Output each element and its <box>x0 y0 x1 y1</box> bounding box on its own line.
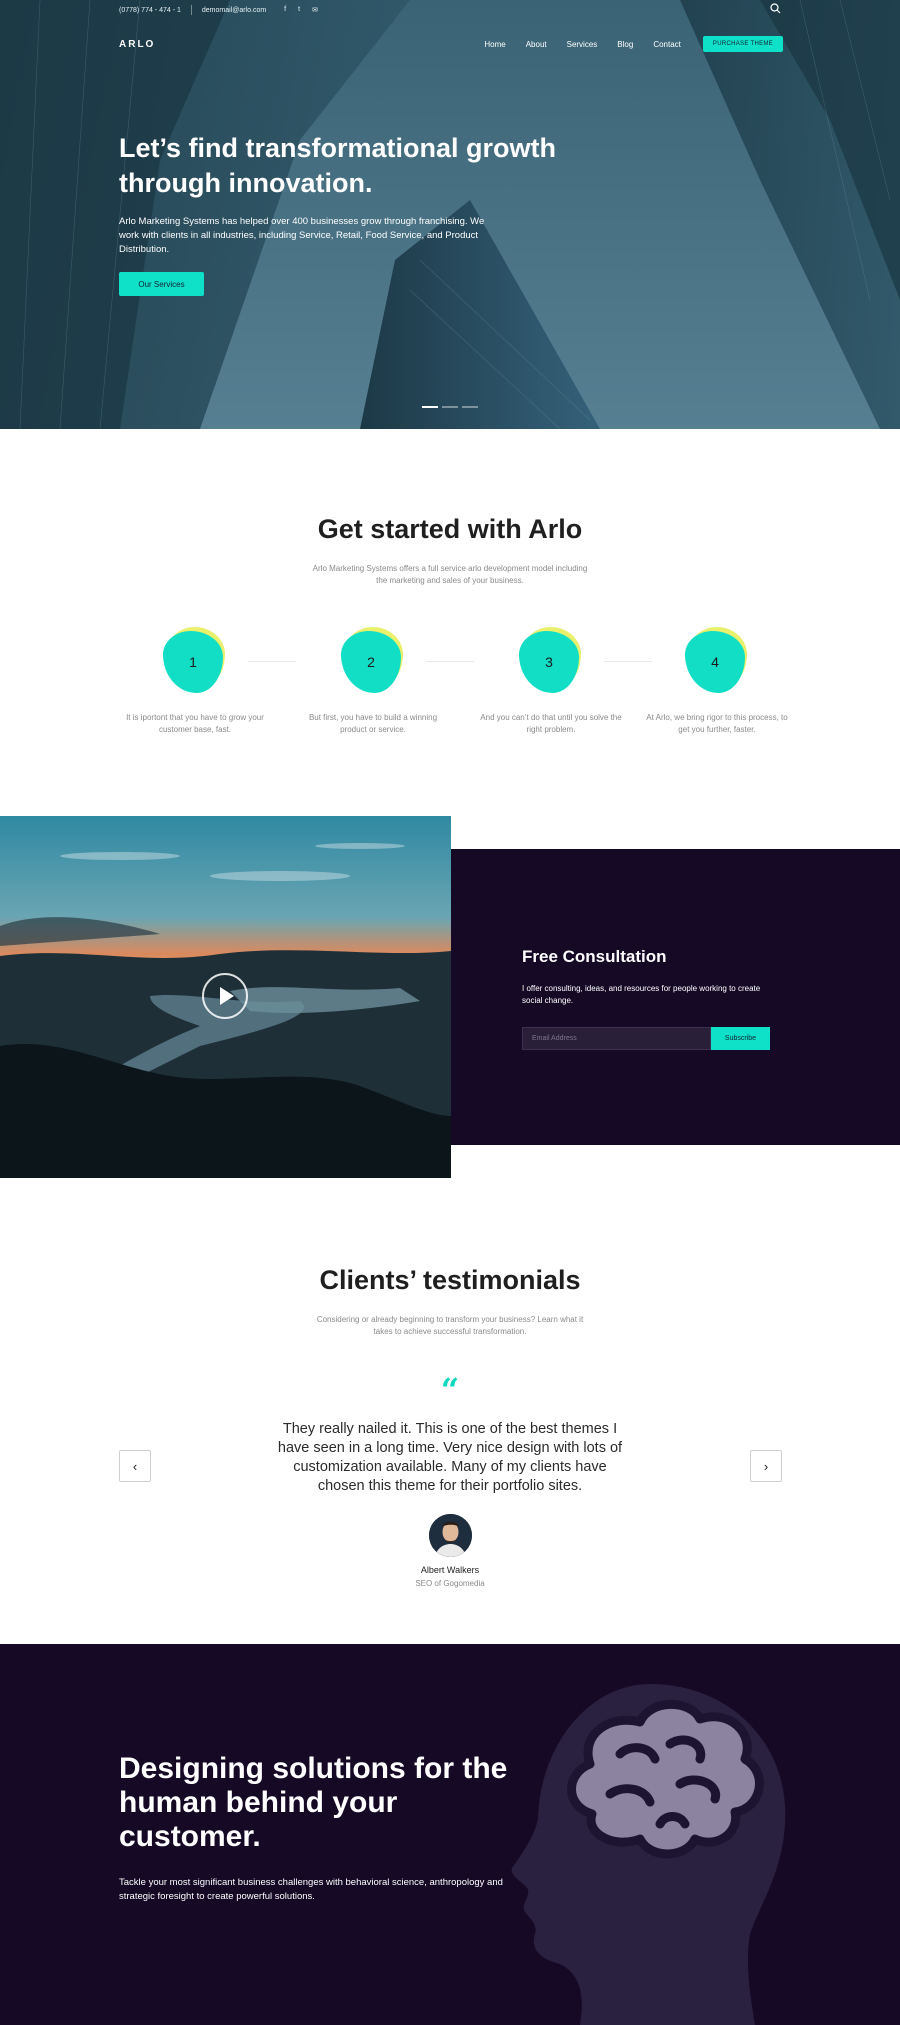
site-logo[interactable]: ARLO <box>119 39 155 50</box>
main-navigation: ARLO Home About Services Blog Contact PU… <box>119 34 783 54</box>
nav-menu: Home About Services Blog Contact PURCHAS… <box>464 36 783 52</box>
hero-description: Arlo Marketing Systems has helped over 4… <box>119 216 485 255</box>
divider <box>190 5 192 15</box>
step-badge: 2 <box>341 627 405 694</box>
testimonials-subtitle: Considering or already beginning to tran… <box>316 1315 584 1336</box>
designing-solutions-section: Designing solutions for the human behind… <box>0 1644 900 2025</box>
step-number: 4 <box>685 631 745 693</box>
next-testimonial-button[interactable]: › <box>750 1450 782 1482</box>
get-started-title: Get started with Arlo <box>317 514 583 544</box>
step-text: But first, you have to build a winning p… <box>308 713 438 734</box>
step-connector <box>248 661 296 662</box>
testimonial-quote: They really nailed it. This is one of th… <box>277 1421 623 1494</box>
hero-section: (0778) 774 - 474 - 1 demomail@arlo.com f… <box>0 0 900 429</box>
designing-text: Tackle your most significant business ch… <box>119 1877 503 1902</box>
designing-title: Designing solutions for the human behind… <box>119 1752 508 1853</box>
step-text: At Arlo, we bring rigor to this process,… <box>646 713 788 734</box>
slide-dot-3[interactable] <box>462 406 478 408</box>
prev-testimonial-button[interactable]: ‹ <box>119 1450 151 1482</box>
play-icon <box>220 987 234 1005</box>
step-item: 1 It is iportont that you have to grow y… <box>120 627 270 736</box>
facebook-icon[interactable]: f <box>284 6 286 14</box>
step-number: 3 <box>519 631 579 693</box>
slide-dot-2[interactable] <box>442 406 458 408</box>
nav-item-services[interactable]: Services <box>567 40 598 49</box>
step-badge: 1 <box>163 627 227 694</box>
step-item: 4 At Arlo, we bring rigor to this proces… <box>642 627 792 736</box>
purchase-theme-button[interactable]: PURCHASE THEME <box>702 36 783 52</box>
our-services-button[interactable]: Our Services <box>119 272 204 296</box>
testimonial-author-role: SEO of Gogomedia <box>415 1579 485 1588</box>
email-link[interactable]: demomail@arlo.com <box>202 7 266 14</box>
video-thumbnail[interactable] <box>0 816 451 1178</box>
testimonial-author-name: Albert Walkers <box>420 1565 480 1575</box>
chevron-left-icon: ‹ <box>132 1458 138 1474</box>
email-icon[interactable]: ✉ <box>312 6 318 14</box>
top-info-bar: (0778) 774 - 474 - 1 demomail@arlo.com f… <box>119 0 781 20</box>
step-number: 1 <box>163 631 223 693</box>
consultation-title: Free Consultation <box>522 947 667 966</box>
consultation-panel: Free Consultation I offer consulting, id… <box>451 849 900 1145</box>
twitter-icon[interactable]: t <box>298 6 300 14</box>
nav-item-contact[interactable]: Contact <box>653 40 681 49</box>
step-connector <box>426 661 474 662</box>
subscribe-button[interactable]: Subscribe <box>711 1027 770 1050</box>
search-icon[interactable] <box>770 3 781 17</box>
slide-dot-1[interactable] <box>422 406 438 408</box>
nav-item-about[interactable]: About <box>526 40 547 49</box>
nav-item-home[interactable]: Home <box>484 40 505 49</box>
step-text: It is iportont that you have to grow you… <box>126 713 264 734</box>
chevron-right-icon: › <box>763 1458 769 1474</box>
step-badge: 3 <box>519 627 583 694</box>
email-field[interactable]: Email Address <box>522 1027 711 1050</box>
phone-number[interactable]: (0778) 774 - 474 - 1 <box>119 7 181 14</box>
step-text: And you can’t do that until you solve th… <box>480 713 622 734</box>
step-number: 2 <box>341 631 401 693</box>
avatar <box>429 1514 472 1557</box>
nav-item-blog[interactable]: Blog <box>617 40 633 49</box>
social-links: f t ✉ <box>284 6 318 14</box>
get-started-subtitle: Arlo Marketing Systems offers a full ser… <box>312 564 588 585</box>
quote-icon: “ <box>440 1371 460 1409</box>
play-button[interactable] <box>202 973 248 1019</box>
testimonials-title: Clients’ testimonials <box>319 1265 581 1295</box>
step-item: 3 And you can’t do that until you solve … <box>476 627 626 736</box>
hero-title: Let’s find transformational growth throu… <box>119 133 557 198</box>
brain-head-illustration <box>511 1684 786 2025</box>
step-badge: 4 <box>685 627 749 694</box>
slider-pagination <box>422 406 478 408</box>
step-item: 2 But first, you have to build a winning… <box>298 627 448 736</box>
consultation-text: I offer consulting, ideas, and resources… <box>522 984 761 1005</box>
